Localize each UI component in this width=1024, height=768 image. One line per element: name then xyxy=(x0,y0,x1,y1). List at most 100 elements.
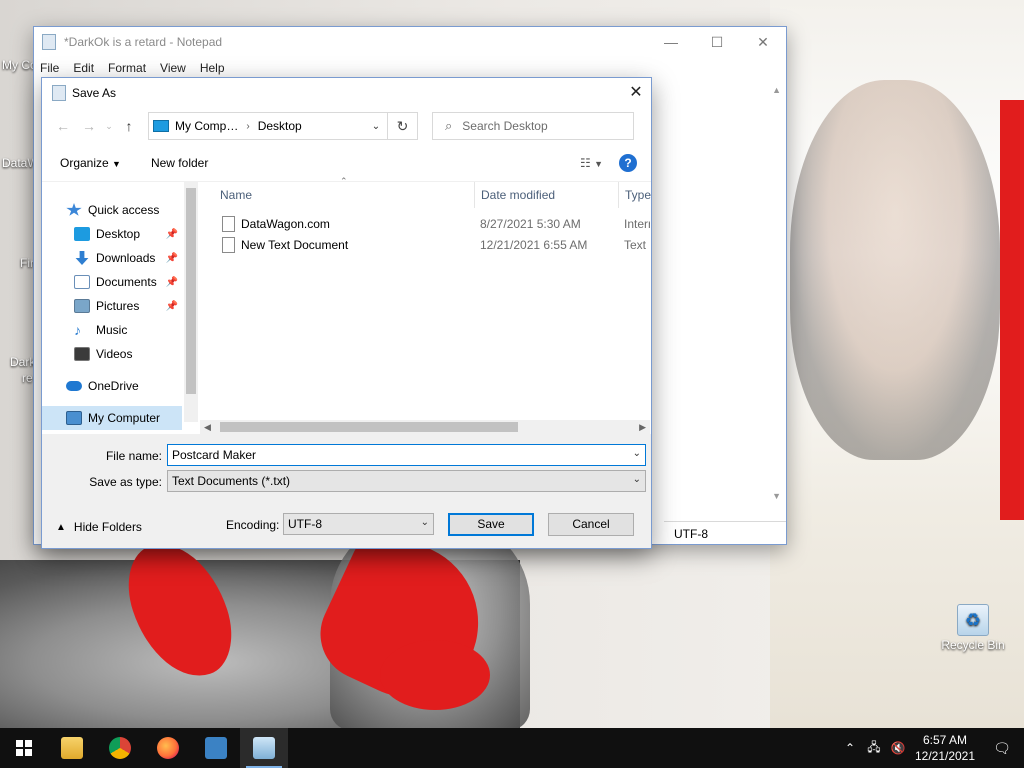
taskbar-firefox[interactable] xyxy=(144,728,192,768)
nav-label: Desktop xyxy=(96,227,141,241)
encoding-select[interactable]: UTF-8 ⌄ xyxy=(283,513,434,535)
volume-muted-icon[interactable]: 🔇 xyxy=(886,741,910,755)
back-arrow-icon[interactable]: ← xyxy=(50,118,76,134)
menu-format[interactable]: Format xyxy=(108,61,146,75)
notepad-menubar: File Edit Format View Help xyxy=(34,57,786,79)
dialog-titlebar[interactable]: Save As ✕ xyxy=(42,78,651,108)
notepad-vertical-scrollbar[interactable]: ▲ ▼ xyxy=(769,79,786,501)
save-as-type-select[interactable]: Text Documents (*.txt) ⌄ xyxy=(167,470,646,492)
scroll-left-arrow-icon[interactable]: ◀ xyxy=(204,420,211,434)
taskbar-app[interactable] xyxy=(192,728,240,768)
firefox-icon xyxy=(157,737,179,759)
nav-item-onedrive[interactable]: OneDrive xyxy=(42,374,182,398)
breadcrumb-separator-icon[interactable]: › xyxy=(246,121,249,132)
file-row[interactable]: DataWagon.com 8/27/2021 5:30 AM Interr xyxy=(200,213,650,234)
menu-file[interactable]: File xyxy=(40,61,59,75)
file-date: 8/27/2021 5:30 AM xyxy=(480,216,581,231)
taskbar-chrome[interactable] xyxy=(96,728,144,768)
nav-item-music[interactable]: ♪ Music xyxy=(42,318,182,342)
wallpaper-figure-placeholder xyxy=(790,80,1000,460)
breadcrumb-my-computer[interactable]: My Comp… xyxy=(175,119,238,133)
view-options-button[interactable]: ☷ ▼ xyxy=(580,156,603,170)
network-icon[interactable]: 🖧 xyxy=(862,738,886,759)
cloud-icon xyxy=(66,381,82,391)
breadcrumb-desktop[interactable]: Desktop xyxy=(258,119,302,133)
menu-edit[interactable]: Edit xyxy=(73,61,94,75)
desktop-icon-text-file-label-line2[interactable]: re xyxy=(22,371,33,385)
chevron-down-icon[interactable]: ⌄ xyxy=(633,448,641,459)
star-icon xyxy=(66,203,82,216)
clock[interactable]: 6:57 AM 12/21/2021 xyxy=(910,732,980,764)
recent-locations-chevron-icon[interactable]: ⌄ xyxy=(102,121,116,132)
file-name: New Text Document xyxy=(241,237,349,252)
taskbar-file-explorer[interactable] xyxy=(48,728,96,768)
up-arrow-icon[interactable]: ↑ xyxy=(116,118,142,134)
hide-folders-button[interactable]: ▲ Hide Folders xyxy=(56,520,142,534)
chrome-icon xyxy=(109,737,131,759)
file-type: Text D xyxy=(624,237,650,252)
nav-pane-scrollbar[interactable] xyxy=(184,182,198,422)
notepad-title: *DarkOk is a retard - Notepad xyxy=(64,35,223,49)
organize-button[interactable]: Organize ▼ xyxy=(60,156,121,170)
maximize-button[interactable]: ☐ xyxy=(694,27,740,57)
nav-item-documents[interactable]: Documents 📌 xyxy=(42,270,182,294)
minimize-button[interactable]: — xyxy=(648,27,694,57)
hide-folders-label: Hide Folders xyxy=(73,520,142,534)
column-divider[interactable] xyxy=(474,182,475,208)
column-header-type[interactable]: Type xyxy=(625,182,651,208)
file-name: DataWagon.com xyxy=(241,216,330,231)
scroll-up-arrow-icon[interactable]: ▲ xyxy=(772,85,781,95)
documents-icon xyxy=(74,275,90,289)
taskbar-notepad[interactable] xyxy=(240,728,288,768)
horizontal-scrollbar[interactable]: ◀ ▶ xyxy=(200,420,650,434)
nav-item-videos[interactable]: Videos xyxy=(42,342,182,366)
cancel-button[interactable]: Cancel xyxy=(548,513,634,536)
new-folder-button[interactable]: New folder xyxy=(151,156,208,170)
search-box[interactable]: ⌕ Search Desktop xyxy=(432,112,634,140)
nav-label: Music xyxy=(96,323,128,337)
notification-center-icon[interactable]: 🗨 xyxy=(980,740,1024,757)
nav-item-downloads[interactable]: Downloads 📌 xyxy=(42,246,182,270)
download-arrow-icon xyxy=(75,251,89,265)
notepad-titlebar[interactable]: *DarkOk is a retard - Notepad — ☐ ✕ xyxy=(34,27,786,57)
address-dropdown-icon[interactable]: ⌄ xyxy=(365,121,387,132)
address-bar[interactable]: My Comp… › Desktop ⌄ xyxy=(148,112,388,140)
file-row[interactable]: New Text Document 12/21/2021 6:55 AM Tex… xyxy=(200,234,650,255)
nav-item-my-computer[interactable]: My Computer xyxy=(42,406,182,430)
scroll-down-arrow-icon[interactable]: ▼ xyxy=(772,491,781,501)
file-name-input[interactable]: Postcard Maker ⌄ xyxy=(167,444,646,466)
clock-time: 6:57 AM xyxy=(922,733,968,747)
desktop-icon-recycle-bin[interactable]: Recycle Bin xyxy=(938,604,1008,652)
desktop-icon-my-computer-label[interactable]: My Co xyxy=(2,58,37,72)
nav-item-pictures[interactable]: Pictures 📌 xyxy=(42,294,182,318)
nav-item-quick-access[interactable]: Quick access xyxy=(42,198,182,222)
computer-icon xyxy=(66,411,82,425)
menu-help[interactable]: Help xyxy=(200,61,225,75)
file-type: Interr xyxy=(624,216,650,231)
scroll-right-arrow-icon[interactable]: ▶ xyxy=(639,420,646,434)
column-header-name[interactable]: Name xyxy=(220,182,252,208)
desktop-icon-text-file-label[interactable]: Dark xyxy=(10,355,35,369)
scrollbar-thumb[interactable] xyxy=(186,188,196,394)
start-button[interactable] xyxy=(0,728,48,768)
text-document-icon xyxy=(222,236,235,253)
pin-icon: 📌 xyxy=(165,276,178,288)
forward-arrow-icon[interactable]: → xyxy=(76,118,102,134)
save-button[interactable]: Save xyxy=(448,513,534,536)
menu-view[interactable]: View xyxy=(160,61,186,75)
search-placeholder: Search Desktop xyxy=(462,119,548,133)
column-divider[interactable] xyxy=(618,182,619,208)
app-icon xyxy=(205,737,227,759)
close-button[interactable]: ✕ xyxy=(740,27,786,57)
pin-icon: 📌 xyxy=(165,228,178,240)
show-hidden-icons-chevron-icon[interactable]: ⌃ xyxy=(838,741,862,755)
scrollbar-thumb[interactable] xyxy=(220,422,518,432)
help-button[interactable]: ? xyxy=(619,153,637,172)
notepad-status-encoding: UTF-8 xyxy=(664,521,786,545)
column-header-date-modified[interactable]: Date modified xyxy=(481,182,555,208)
nav-item-desktop[interactable]: Desktop 📌 xyxy=(42,222,182,246)
desktop-icon-firefox-label[interactable]: Fir xyxy=(20,256,34,270)
search-icon: ⌕ xyxy=(445,118,453,133)
dialog-close-button[interactable]: ✕ xyxy=(621,78,651,108)
refresh-button[interactable]: ↻ xyxy=(388,112,418,140)
